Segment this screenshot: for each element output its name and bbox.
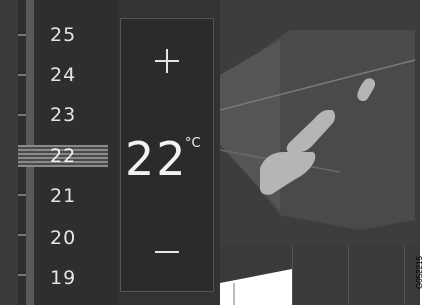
scale-tick (18, 234, 26, 236)
temperature-unit: °C (185, 136, 201, 151)
bottom-left-tile-graphic (220, 269, 292, 305)
scale-label-23[interactable]: 23 (50, 104, 90, 126)
temperature-scale[interactable]: 25 24 23 22 21 20 19 (0, 0, 118, 305)
decrease-temperature-button[interactable] (149, 234, 185, 270)
scale-bar (0, 0, 18, 305)
tile-divider (348, 245, 349, 305)
scale-tick (18, 194, 26, 196)
figure-code: G052215 (414, 256, 424, 289)
climate-screen: 25 24 23 22 21 20 19 22 °C (0, 0, 420, 305)
temperature-control-panel: 22 °C (120, 18, 214, 292)
tile-divider (292, 245, 293, 305)
scale-label-19[interactable]: 19 (50, 267, 90, 289)
scale-tick (18, 34, 26, 36)
scale-label-20[interactable]: 20 (50, 227, 90, 249)
scale-label-21[interactable]: 21 (50, 185, 90, 207)
scale-label-22[interactable]: 22 (50, 145, 90, 167)
current-temperature: 22 (125, 132, 188, 186)
tile-divider (404, 245, 405, 305)
scale-label-25[interactable]: 25 (50, 24, 90, 46)
scale-tick (18, 114, 26, 116)
increase-temperature-button[interactable] (149, 43, 185, 79)
scale-tick (18, 74, 26, 76)
scale-label-24[interactable]: 24 (50, 64, 90, 86)
scale-tick (18, 274, 26, 276)
